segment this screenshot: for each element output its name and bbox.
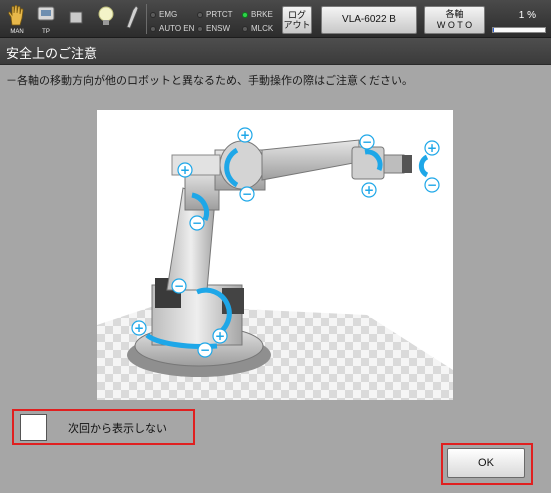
stop-square-icon [69,11,83,24]
teach-pendant-button[interactable]: TP [33,3,59,35]
status-emg: EMG [150,9,177,21]
svg-text:−: − [192,216,202,230]
warning-message: －各軸の移動方向が他のロボットと異なるため、手動操作の際はご注意ください。 [6,74,413,87]
svg-text:+: + [215,329,225,343]
status-auto-en: AUTO EN [150,23,194,35]
status-ensw: ENSW [197,23,230,35]
lightbulb-icon [98,6,114,25]
svg-text:+: + [427,141,437,155]
tool-button[interactable] [119,3,145,35]
hand-icon [8,4,24,26]
status-lamp [197,26,203,32]
axis-arrow-j6 [418,154,429,178]
status-lamp-on [242,12,248,18]
mode-label: MAN [10,29,24,35]
robot-illustration: + − + − − + + − − + + − [97,110,453,400]
ok-button[interactable]: OK [447,448,525,478]
toolbar-separator [146,4,147,34]
wrench-icon [126,5,139,29]
dont-show-again-checkbox[interactable] [20,414,47,441]
svg-text:−: − [427,178,437,192]
robot-select-button[interactable]: VLA-6022 B [321,6,417,34]
tool-mount [402,155,412,173]
teach-pendant-icon [37,6,55,21]
status-lamp [150,12,156,18]
speed-override-bar[interactable] [492,27,546,33]
manual-mode-button[interactable]: MAN [4,3,30,35]
status-prtct: PRTCT [197,9,233,21]
status-lamp [197,12,203,18]
robot-axes-diagram: +− +− −+ +− −+ +− [97,127,453,400]
status-lamp [242,26,248,32]
dialog-title: 安全上のご注意 [6,47,98,62]
wrist-flange [383,154,405,174]
top-toolbar: MAN TP EMG PRTCT BRKE AUTO EN ENSW MLCK … [0,0,551,38]
svg-text:+: + [240,128,250,142]
svg-text:+: + [364,183,374,197]
dont-show-again-label: 次回から表示しない [68,422,167,435]
dont-show-again-row[interactable]: 次回から表示しない [12,409,195,445]
status-lamp [150,26,156,32]
stop-button[interactable] [63,3,89,35]
status-brke: BRKE [242,9,273,21]
tp-label: TP [42,29,50,35]
speed-override-value[interactable]: 1 % [491,10,546,21]
svg-text:−: − [174,279,184,293]
svg-text:−: − [200,343,210,357]
svg-text:−: − [242,187,252,201]
svg-text:−: − [362,135,372,149]
upper-arm [261,139,360,181]
coordinate-mode-button[interactable]: 各軸 W O T O [424,6,485,34]
speed-override-fill [493,28,495,32]
light-button[interactable] [93,3,119,35]
dialog-title-bar: 安全上のご注意 [0,38,551,65]
svg-text:+: + [134,321,144,335]
status-mlck: MLCK [242,23,273,35]
svg-text:+: + [180,163,190,177]
logout-button[interactable]: ログ アウト [282,6,312,34]
